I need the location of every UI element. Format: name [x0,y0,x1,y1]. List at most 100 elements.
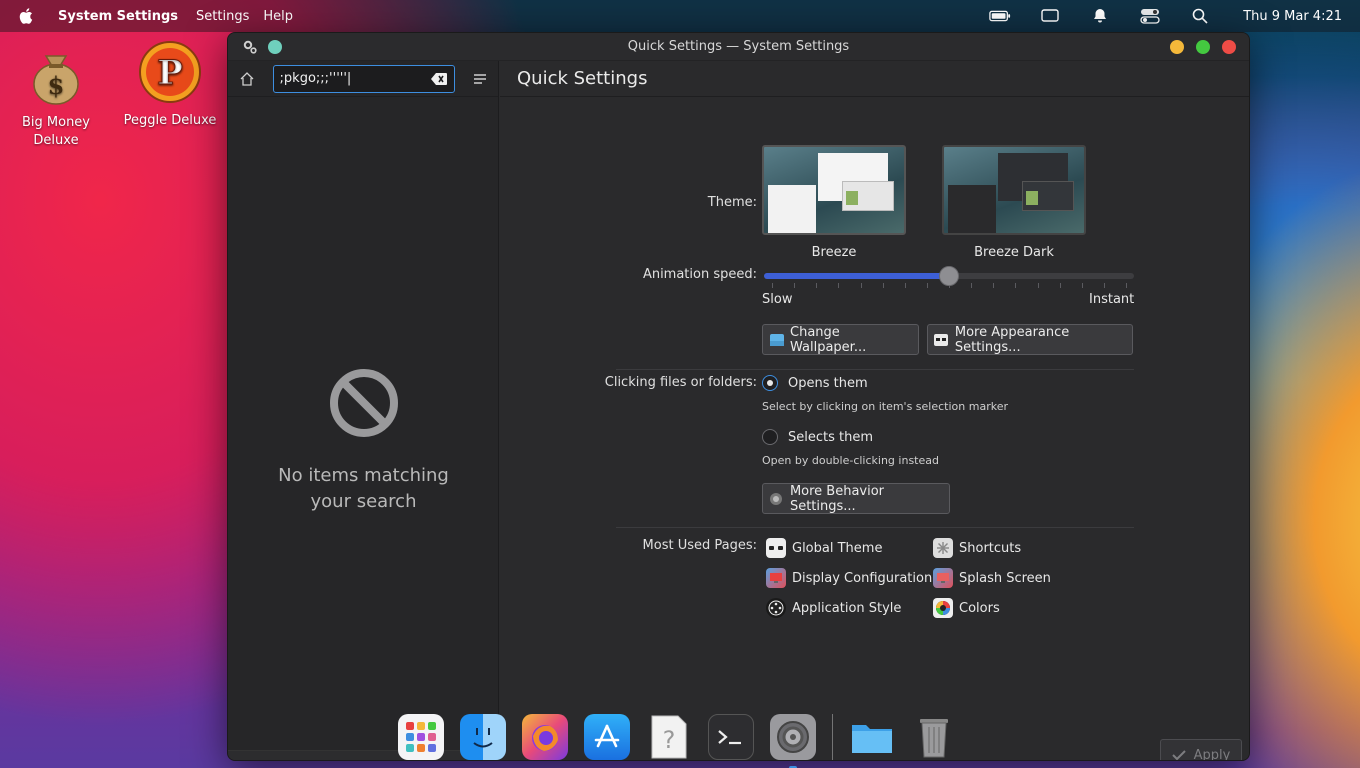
pin-window-button[interactable] [268,40,282,54]
minimize-button[interactable] [1170,40,1184,54]
sidebar: No items matching your search [228,61,499,760]
most-used-shortcuts[interactable]: Shortcuts [933,538,1021,558]
change-wallpaper-label: Change Wallpaper... [790,324,867,355]
dock-files[interactable] [849,714,895,760]
apply-button[interactable]: Apply [1160,739,1242,761]
search-field[interactable] [272,64,456,93]
slider-handle[interactable] [939,266,959,286]
finder-face-icon [473,728,493,748]
battery-icon[interactable] [989,7,1011,25]
dock-trash[interactable] [911,714,957,760]
help-document-icon: ? [651,715,687,759]
dock-app-store[interactable] [584,714,630,760]
animation-speed-slider[interactable] [764,265,1134,289]
selects-them-label: Selects them [788,429,874,445]
colors-label: Colors [959,600,1000,616]
menu-icon [473,73,486,84]
change-wallpaper-button[interactable]: Change Wallpaper... [762,324,919,355]
dock-help[interactable]: ? [646,714,692,760]
dock-system-settings[interactable] [770,714,816,768]
slider-tick [1038,283,1039,288]
trash-icon [920,719,948,758]
global-theme-icon [766,538,786,558]
theme-name-breeze-dark: Breeze Dark [974,245,1054,260]
splash-screen-label: Splash Screen [959,570,1051,586]
more-appearance-label: More Appearance Settings... [954,324,1070,355]
menu-help[interactable]: Help [263,9,293,24]
slider-tick [1060,283,1061,288]
slider-fill [764,273,949,279]
shortcuts-label: Shortcuts [959,540,1022,556]
slider-min-label: Slow [762,292,793,307]
application-style-icon [766,598,786,618]
slider-tick [1104,283,1105,288]
radio-opens-them[interactable]: Opens them [762,375,868,391]
slider-tick [905,283,906,288]
menu-settings[interactable]: Settings [196,9,249,24]
notification-bell-icon[interactable] [1089,7,1111,25]
desktop-icon-peggle[interactable]: P Peggle Deluxe [120,40,220,130]
window-titlebar[interactable]: Quick Settings — System Settings [228,33,1249,61]
dock-finder[interactable] [460,714,506,760]
search-input[interactable] [279,71,431,86]
desktop-icon-big-money[interactable]: $ Big Money Deluxe [6,42,106,150]
svg-text:$: $ [48,71,65,100]
apple-logo-icon[interactable] [18,7,36,25]
slider-tick [794,283,795,288]
dock-launchpad[interactable] [398,714,444,760]
close-button[interactable] [1222,40,1236,54]
slider-tick [993,283,994,288]
svg-text:?: ? [663,726,676,754]
radio-indicator[interactable] [762,429,778,445]
slider-tick [883,283,884,288]
most-used-colors[interactable]: Colors [933,598,1000,618]
slider-tick [1015,283,1016,288]
appearance-icon [934,332,949,348]
display-icon[interactable] [1039,7,1061,25]
terminal-icon [718,730,741,745]
slider-tick [1082,283,1083,288]
theme-option-breeze-dark[interactable]: Breeze Dark [942,145,1086,260]
desktop-icon-label: Big Money Deluxe [21,115,90,148]
search-icon[interactable] [1189,7,1211,25]
home-button[interactable] [238,69,257,89]
window-title: Quick Settings — System Settings [627,39,850,54]
money-bag-icon: $ [33,55,79,105]
application-style-label: Application Style [792,600,902,616]
no-results-icon [329,369,398,437]
slider-tick [927,283,928,288]
control-center-icon[interactable] [1139,7,1161,25]
page-title: Quick Settings [500,61,1249,97]
most-used-global-theme[interactable]: Global Theme [766,538,882,558]
apply-label: Apply [1193,747,1231,761]
maximize-button[interactable] [1196,40,1210,54]
firefox-icon [532,725,558,751]
shortcuts-icon [933,538,953,558]
most-used-display-configuration[interactable]: Display Configuration [766,568,932,588]
desktop-icon-label: Peggle Deluxe [123,113,217,128]
global-theme-label: Global Theme [792,540,883,556]
more-appearance-settings-button[interactable]: More Appearance Settings... [927,324,1133,355]
most-used-application-style[interactable]: Application Style [766,598,901,618]
colors-icon [933,598,953,618]
settings-gear-icon[interactable] [242,39,258,55]
radio-indicator[interactable] [762,375,778,391]
radio-selects-them[interactable]: Selects them [762,429,873,445]
section-divider [616,527,1134,528]
more-behavior-label: More Behavior Settings... [789,483,885,514]
hamburger-menu-button[interactable] [471,70,488,88]
clock[interactable]: Thu 9 Mar 4:21 [1243,9,1342,24]
theme-option-breeze[interactable]: Breeze [762,145,906,260]
active-app-name[interactable]: System Settings [58,9,178,24]
empty-message-line1: No items matching [278,465,449,486]
home-icon [240,71,254,86]
peggle-logo-icon: P [139,41,201,103]
clear-search-button[interactable] [430,72,448,86]
folder-icon [852,725,892,753]
section-divider [616,369,1134,370]
dock-firefox[interactable] [522,714,568,760]
more-behavior-settings-button[interactable]: More Behavior Settings... [762,483,950,514]
clicking-label: Clicking files or folders: [604,375,757,390]
most-used-splash-screen[interactable]: Splash Screen [933,568,1051,588]
dock-terminal[interactable] [708,714,754,760]
